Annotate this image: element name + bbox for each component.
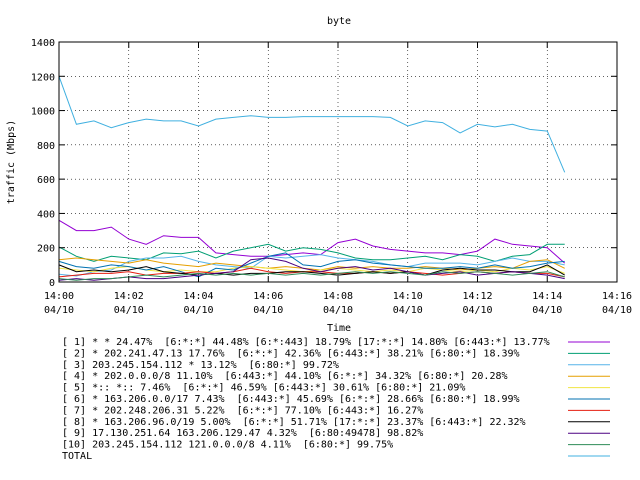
series-line-11 (58, 76, 566, 173)
y-tick-label: 1400 (31, 38, 55, 49)
series-lines (58, 76, 566, 281)
x-tick-label-time: 14:06 (253, 291, 283, 302)
x-tick-label-date: 04/10 (532, 305, 562, 316)
x-tick-label-time: 14:14 (532, 291, 562, 302)
legend-entry-9: [ 9] 17.130.251.64 163.206.129.47 4.32% … (62, 428, 423, 439)
x-tick-label-time: 14:10 (393, 291, 423, 302)
x-tick-label-date: 04/10 (602, 305, 632, 316)
legend-entry-3: [ 3] 203.245.154.112 * 13.12% [6:80:*] 9… (62, 360, 339, 371)
y-tick-label: 800 (37, 141, 55, 152)
x-tick-label-date: 04/10 (393, 305, 423, 316)
x-tick-label-date: 04/10 (114, 305, 144, 316)
y-tick-label: 1200 (31, 72, 55, 83)
series-line-1 (58, 219, 566, 264)
legend-entry-1: [ 1] * * 24.47% [6:*:*] 44.48% [6:*:443]… (62, 337, 550, 348)
x-tick-label-time: 14:08 (323, 291, 353, 302)
x-tick-label-date: 04/10 (462, 305, 492, 316)
y-tick-label: 1000 (31, 107, 55, 118)
series-line-2 (58, 243, 565, 262)
legend-entry-10: [10] 203.245.154.112 121.0.0.0/8 4.11% [… (62, 440, 393, 451)
x-tick-label-time: 14:12 (462, 291, 492, 302)
legend-entry-7: [ 7] * 202.248.206.31 5.22% [6:*:*] 77.1… (62, 405, 423, 416)
y-axis-label: traffic (Mbps) (6, 120, 17, 204)
chart-title: byte (327, 16, 351, 27)
x-tick-label-date: 04/10 (253, 305, 283, 316)
x-tick-label-date: 04/10 (323, 305, 353, 316)
legend: [ 1] * * 24.47% [6:*:*] 44.48% [6:*:443]… (62, 337, 610, 462)
chart: byte traffic (Mbps) Time 0 200 400 600 800 10… (6, 16, 632, 462)
legend-entry-4: [ 4] * 202.0.0.0/8 11.10% [6:443:*] 44.1… (62, 371, 508, 382)
y-tick-label: 0 (49, 278, 55, 289)
legend-entry-11: TOTAL (62, 451, 92, 462)
legend-entry-6: [ 6] * 163.206.0.0/17 7.43% [6:443:*] 45… (62, 394, 520, 405)
legend-entry-2: [ 2] * 202.241.47.13 17.76% [6:*:*] 42.3… (62, 348, 520, 359)
x-axis-label: Time (327, 323, 351, 334)
y-tick-label: 600 (37, 175, 55, 186)
x-tick-label-time: 14:02 (114, 291, 144, 302)
legend-entry-8: [ 8] * 163.206.96.0/19 5.00% [6:*:*] 51.… (62, 417, 526, 428)
legend-entry-5: [ 5] *:: *:: 7.46% [6:*:*] 46.59% [6:443… (62, 383, 465, 394)
x-tick-label-date: 04/10 (183, 305, 213, 316)
y-tick-label: 400 (37, 209, 55, 220)
x-tick-label-time: 14:00 (44, 291, 74, 302)
x-tick-label-time: 14:16 (602, 291, 632, 302)
y-tick-label: 200 (37, 244, 55, 255)
x-tick-label-time: 14:04 (183, 291, 213, 302)
x-tick-label-date: 04/10 (44, 305, 74, 316)
